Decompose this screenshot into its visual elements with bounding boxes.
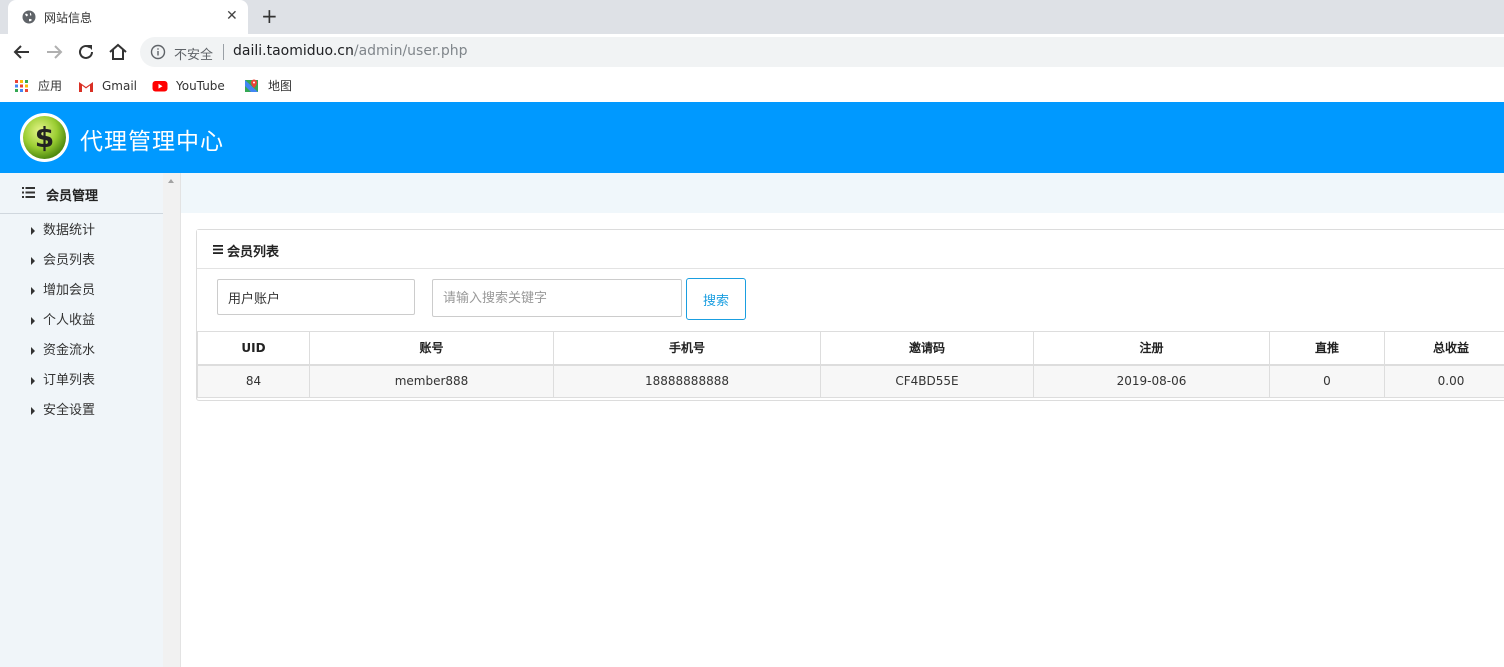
caret-right-icon <box>31 317 35 325</box>
cell-phone: 18888888888 <box>553 364 821 398</box>
caret-right-icon <box>31 347 35 355</box>
forward-arrow-icon[interactable] <box>42 40 66 64</box>
maps-icon <box>245 79 258 92</box>
column-header-phone[interactable]: 手机号 <box>553 331 821 366</box>
cell-uid: 84 <box>197 364 310 398</box>
cell-direct-referrals: 0 <box>1269 364 1385 398</box>
cell-total-earnings: 0.00 <box>1384 364 1504 398</box>
sidebar-item-label: 会员列表 <box>43 253 96 268</box>
column-header-invite-code[interactable]: 邀请码 <box>820 331 1034 366</box>
insecure-label: 不安全 <box>174 48 214 63</box>
column-header-register-date[interactable]: 注册 <box>1033 331 1270 366</box>
column-header-direct-referrals[interactable]: 直推 <box>1269 331 1385 366</box>
bookmark-label: 应用 <box>38 79 63 93</box>
content-top-bar <box>181 173 1504 213</box>
reload-icon[interactable] <box>74 40 98 64</box>
sidebar-item-label: 个人收益 <box>43 313 96 328</box>
sidebar-item-orders[interactable]: 订单列表 <box>0 366 163 396</box>
url-path: /admin/user.php <box>353 43 468 59</box>
table-row[interactable]: 84 member888 18888888888 CF4BD55E 2019-0… <box>197 364 1504 398</box>
main-content: 会员列表 用户账户 搜索 UID 账号 手机号 邀请码 注册 直推 总收益 <box>181 173 1504 667</box>
youtube-icon <box>152 81 168 92</box>
sidebar-item-label: 资金流水 <box>43 343 96 358</box>
caret-right-icon <box>31 287 35 295</box>
sidebar-section-header[interactable]: 会员管理 <box>0 173 163 214</box>
sidebar-item-fund-flow[interactable]: 资金流水 <box>0 336 163 366</box>
sidebar-item-label: 安全设置 <box>43 403 96 418</box>
member-table: UID 账号 手机号 邀请码 注册 直推 总收益 84 member888 18… <box>197 331 1504 398</box>
bookmarks-bar: 应用 Gmail YouTube 地图 <box>0 70 1504 102</box>
browser-tabstrip: 网站信息 ✕ + <box>0 0 1504 34</box>
column-header-uid[interactable]: UID <box>197 331 310 366</box>
sidebar-item-security[interactable]: 安全设置 <box>0 396 163 426</box>
sidebar-item-stats[interactable]: 数据统计 <box>0 216 163 246</box>
new-tab-button[interactable]: + <box>261 5 278 27</box>
close-tab-icon[interactable]: ✕ <box>226 8 238 24</box>
sidebar-item-earnings[interactable]: 个人收益 <box>0 306 163 336</box>
sidebar-section-title: 会员管理 <box>46 189 99 204</box>
back-arrow-icon[interactable] <box>10 40 34 64</box>
member-list-panel: 会员列表 用户账户 搜索 UID 账号 手机号 邀请码 注册 直推 总收益 <box>196 229 1504 401</box>
sidebar-item-member-list[interactable]: 会员列表 <box>0 246 163 276</box>
sidebar-item-label: 数据统计 <box>43 223 96 238</box>
table-header-row: UID 账号 手机号 邀请码 注册 直推 总收益 <box>197 331 1504 366</box>
panel-title: 会员列表 <box>227 245 280 260</box>
cell-invite-code: CF4BD55E <box>820 364 1034 398</box>
panel-header: 会员列表 <box>197 230 1504 269</box>
sidebar-item-label: 增加会员 <box>43 283 96 298</box>
gmail-icon <box>79 82 93 92</box>
info-icon[interactable] <box>150 44 166 60</box>
sidebar-menu: 数据统计 会员列表 增加会员 个人收益 资金流水 订单列表 安全设置 <box>0 216 163 426</box>
url-text[interactable]: daili.taomiduo.cn/admin/user.php <box>233 43 468 59</box>
sidebar: 会员管理 数据统计 会员列表 增加会员 个人收益 资金流水 订单列表 安全设置 <box>0 173 163 667</box>
caret-right-icon <box>31 407 35 415</box>
globe-icon <box>22 10 36 24</box>
tab-title: 网站信息 <box>44 11 93 25</box>
scroll-up-arrow-icon[interactable] <box>168 179 174 183</box>
caret-right-icon <box>31 257 35 265</box>
url-host: daili.taomiduo.cn <box>233 43 354 59</box>
app-title: 代理管理中心 <box>80 129 224 155</box>
address-bar[interactable]: 不安全 daili.taomiduo.cn/admin/user.php <box>140 37 1504 67</box>
sidebar-item-label: 订单列表 <box>43 373 96 388</box>
cell-register-date: 2019-08-06 <box>1033 364 1270 398</box>
bookmark-label: 地图 <box>268 79 293 93</box>
caret-right-icon <box>31 227 35 235</box>
search-button[interactable]: 搜索 <box>686 278 746 320</box>
column-header-total-earnings[interactable]: 总收益 <box>1384 331 1504 366</box>
sidebar-item-add-member[interactable]: 增加会员 <box>0 276 163 306</box>
app-header: $ 代理管理中心 <box>0 102 1504 173</box>
list-icon <box>22 187 35 198</box>
bookmark-label: Gmail <box>102 79 138 93</box>
menu-icon <box>213 245 223 254</box>
search-field-select[interactable]: 用户账户 <box>217 279 415 315</box>
browser-toolbar: 不安全 daili.taomiduo.cn/admin/user.php <box>0 34 1504 70</box>
dollar-logo-icon: $ <box>20 113 69 162</box>
logo-glyph: $ <box>35 121 54 154</box>
cell-account: member888 <box>309 364 554 398</box>
bookmark-label: YouTube <box>176 79 225 93</box>
browser-tab[interactable]: 网站信息 ✕ <box>8 0 248 34</box>
address-divider <box>223 44 224 60</box>
column-header-account[interactable]: 账号 <box>309 331 554 366</box>
home-icon[interactable] <box>106 40 130 64</box>
apps-grid-icon <box>15 80 28 92</box>
caret-right-icon <box>31 377 35 385</box>
search-input[interactable] <box>432 279 682 317</box>
sidebar-scrollbar[interactable] <box>163 173 181 667</box>
